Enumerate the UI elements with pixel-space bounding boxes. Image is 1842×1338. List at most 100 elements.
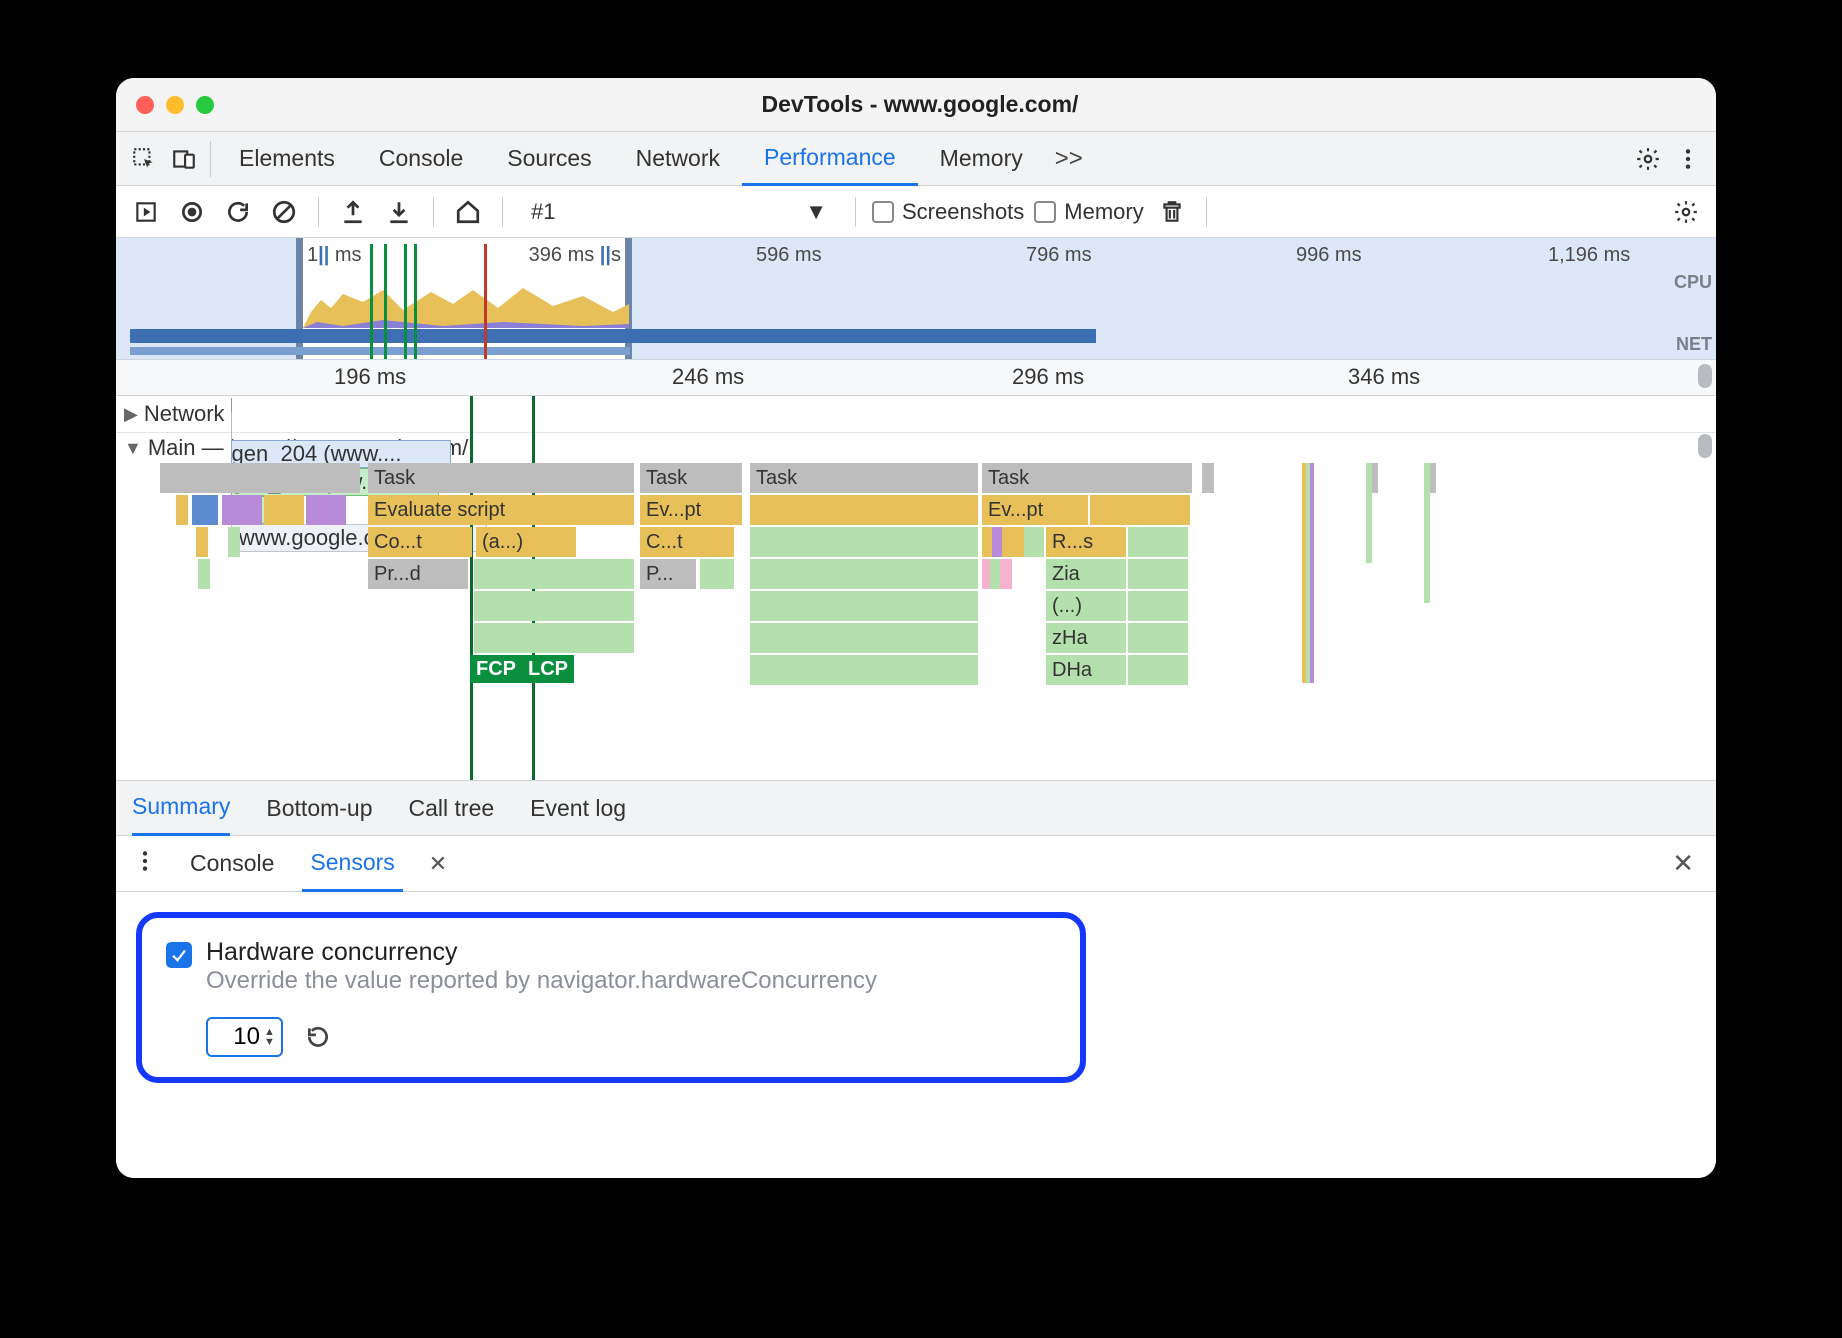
flame-node[interactable]: Ev...pt	[982, 495, 1088, 525]
flame-node[interactable]: zHa	[1046, 623, 1126, 653]
flame-node[interactable]	[1128, 559, 1188, 589]
flame-node[interactable]	[750, 655, 978, 685]
tab-event-log[interactable]: Event log	[530, 780, 626, 836]
net-lane-label: NET	[1676, 334, 1712, 355]
flame-node[interactable]	[160, 463, 360, 493]
disclosure-triangle-icon: ▼	[124, 438, 142, 459]
drawer-tab-sensors[interactable]: Sensors	[302, 836, 402, 892]
number-spinner-icon[interactable]: ▲▼	[264, 1027, 275, 1047]
device-toolbar-icon[interactable]	[164, 139, 204, 179]
home-icon[interactable]	[450, 194, 486, 230]
flame-node[interactable]	[222, 495, 262, 525]
flame-node[interactable]: Task	[750, 463, 978, 493]
hw-concurrency-input[interactable]: ▲▼	[206, 1017, 283, 1057]
hw-concurrency-description: Override the value reported by navigator…	[206, 967, 877, 995]
tab-console[interactable]: Console	[357, 132, 485, 186]
vertical-scroll-thumb[interactable]	[1698, 364, 1712, 388]
flame-node[interactable]	[1128, 623, 1188, 653]
flame-node[interactable]	[750, 527, 978, 557]
record-button-icon[interactable]	[174, 194, 210, 230]
flame-node[interactable]	[1424, 463, 1430, 603]
fcp-marker[interactable]: FCP	[470, 655, 522, 683]
tab-sources[interactable]: Sources	[485, 132, 613, 186]
collect-garbage-icon[interactable]	[1154, 194, 1190, 230]
flame-node[interactable]	[474, 623, 634, 653]
network-track-header[interactable]: ▶ Network gen_204 (www.... gen_204 (ww..…	[116, 396, 1716, 432]
flame-node[interactable]	[1090, 495, 1190, 525]
reload-record-icon[interactable]	[220, 194, 256, 230]
flame-node[interactable]: DHa	[1046, 655, 1126, 685]
tracks-scroll-thumb[interactable]	[1698, 434, 1712, 458]
flame-node[interactable]	[1128, 655, 1188, 685]
flame-node[interactable]	[750, 623, 978, 653]
flame-node[interactable]	[176, 495, 188, 525]
flame-node[interactable]: Evaluate script	[368, 495, 634, 525]
tab-elements[interactable]: Elements	[217, 132, 357, 186]
flame-node[interactable]	[1012, 527, 1024, 557]
clear-icon[interactable]	[266, 194, 302, 230]
flame-node[interactable]: Pr...d	[368, 559, 468, 589]
close-tab-icon[interactable]: ✕	[423, 851, 453, 877]
flame-node[interactable]: Zia	[1046, 559, 1126, 589]
flame-node[interactable]	[1202, 463, 1214, 493]
screenshots-checkbox[interactable]: Screenshots	[872, 199, 1024, 225]
flame-node[interactable]	[700, 559, 734, 589]
flame-node[interactable]: Task	[640, 463, 742, 493]
tab-summary[interactable]: Summary	[132, 780, 230, 836]
settings-gear-icon[interactable]	[1628, 139, 1668, 179]
flame-node[interactable]	[474, 559, 634, 589]
lcp-marker[interactable]: LCP	[522, 655, 574, 683]
kebab-menu-icon[interactable]	[1668, 139, 1708, 179]
upload-profile-icon[interactable]	[335, 194, 371, 230]
flame-node[interactable]	[750, 559, 978, 589]
close-drawer-icon[interactable]: ✕	[1666, 848, 1700, 879]
profile-selector[interactable]: #1 ▼	[519, 199, 839, 225]
profile-label: #1	[531, 199, 555, 225]
reset-hw-concurrency-button[interactable]	[301, 1020, 335, 1054]
hw-concurrency-checkbox[interactable]	[166, 942, 192, 968]
flame-node[interactable]	[750, 495, 978, 525]
tab-bottom-up[interactable]: Bottom-up	[266, 780, 372, 836]
memory-checkbox[interactable]: Memory	[1034, 199, 1143, 225]
chevron-down-icon: ▼	[805, 199, 827, 225]
hw-concurrency-value-field[interactable]	[214, 1023, 260, 1051]
flame-node[interactable]	[1366, 463, 1372, 563]
kebab-menu-icon[interactable]	[132, 848, 162, 880]
more-tabs-icon[interactable]: >>	[1045, 139, 1093, 179]
flame-node[interactable]	[198, 559, 210, 589]
flame-node[interactable]	[474, 591, 634, 621]
divider	[502, 197, 503, 227]
flame-node[interactable]	[192, 495, 218, 525]
tab-memory[interactable]: Memory	[918, 132, 1045, 186]
download-profile-icon[interactable]	[381, 194, 417, 230]
flame-node[interactable]	[750, 591, 978, 621]
divider	[1206, 197, 1207, 227]
timeline-overview[interactable]: 1|| ms 396 ms ||s 596 ms 796 ms 996 ms 1…	[116, 238, 1716, 360]
flame-node[interactable]	[1024, 527, 1044, 557]
drawer-tab-console[interactable]: Console	[182, 836, 282, 892]
flame-node[interactable]	[1128, 591, 1188, 621]
flame-node[interactable]	[1000, 559, 1012, 589]
tab-network[interactable]: Network	[614, 132, 742, 186]
flame-node[interactable]	[264, 495, 304, 525]
inspect-element-icon[interactable]	[124, 139, 164, 179]
flame-node[interactable]: Task	[982, 463, 1192, 493]
flame-node[interactable]	[228, 527, 240, 557]
flame-node[interactable]: Co...t	[368, 527, 472, 557]
flame-thin-cluster[interactable]	[1302, 463, 1314, 683]
tab-call-tree[interactable]: Call tree	[409, 780, 495, 836]
flame-node[interactable]	[196, 527, 208, 557]
flamechart[interactable]: Task Task Task Task Evaluate script Ev..…	[116, 463, 1716, 780]
tab-performance[interactable]: Performance	[742, 132, 918, 186]
flame-node[interactable]: P...	[640, 559, 696, 589]
flame-node[interactable]: Ev...pt	[640, 495, 742, 525]
flame-node[interactable]: R...s	[1046, 527, 1126, 557]
flame-node[interactable]: C...t	[640, 527, 734, 557]
capture-settings-gear-icon[interactable]	[1668, 194, 1704, 230]
flame-node[interactable]: Task	[368, 463, 634, 493]
flame-node[interactable]	[1128, 527, 1188, 557]
flame-node[interactable]	[306, 495, 346, 525]
record-next-icon[interactable]	[128, 194, 164, 230]
flame-node[interactable]: (a...)	[476, 527, 576, 557]
flame-node[interactable]: (...)	[1046, 591, 1126, 621]
